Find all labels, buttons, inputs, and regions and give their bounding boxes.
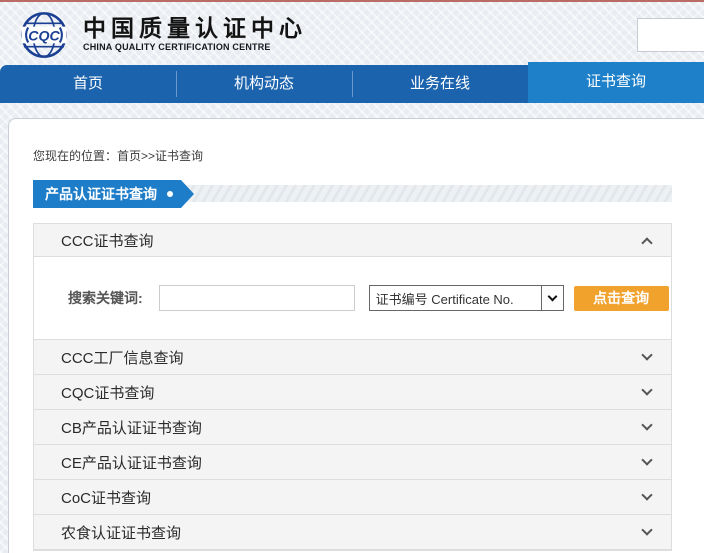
keyword-label: 搜索关键词: [68, 288, 143, 308]
section-label: CB产品认证证书查询 [61, 417, 643, 438]
section-coc-certificate[interactable]: CoC证书查询 [34, 480, 671, 515]
site-title: 中国质量认证中心 [83, 16, 307, 40]
cqc-globe-icon: CQC [19, 10, 69, 60]
section-cqc-certificate[interactable]: CQC证书查询 [34, 375, 671, 410]
chevron-down-icon [547, 292, 557, 302]
chevron-down-icon [641, 349, 652, 360]
banner-striped-track [159, 185, 672, 202]
header-search-box[interactable] [637, 18, 704, 52]
section-agrifood-certificate[interactable]: 农食认证证书查询 [34, 515, 671, 550]
section-cb-certificate[interactable]: CB产品认证证书查询 [34, 410, 671, 445]
content-panel: 您现在的位置：首页>>证书查询 产品认证证书查询 CCC证书查询 搜索关键词: … [8, 118, 704, 553]
section-ccc-certificate[interactable]: CCC证书查询 [34, 224, 671, 257]
section-label: CoC证书查询 [61, 487, 643, 508]
section-label: CE产品认证证书查询 [61, 452, 643, 473]
breadcrumb: 您现在的位置：首页>>证书查询 [33, 147, 203, 164]
section-ccc-factory-info[interactable]: CCC工厂信息查询 [34, 340, 671, 375]
main-nav: 首页 机构动态 业务在线 证书查询 [0, 65, 704, 103]
nav-item-news[interactable]: 机构动态 [176, 65, 352, 103]
select-arrow-box[interactable] [541, 286, 563, 310]
chevron-up-icon [641, 237, 652, 248]
chevron-down-icon [641, 454, 652, 465]
chevron-down-icon [641, 489, 652, 500]
chevron-down-icon [641, 384, 652, 395]
nav-item-home[interactable]: 首页 [0, 65, 176, 103]
page-title-label: 产品认证证书查询 [45, 184, 157, 204]
brand-block: 中国质量认证中心 CHINA QUALITY CERTIFICATION CEN… [83, 10, 307, 52]
logo-link[interactable]: CQC 中国质量认证中心 CHINA QUALITY CERTIFICATION… [19, 10, 307, 60]
top-accent-line [0, 0, 704, 2]
chevron-down-icon [641, 524, 652, 535]
banner-dot-icon [167, 191, 173, 197]
section-ce-certificate[interactable]: CE产品认证证书查询 [34, 445, 671, 480]
logo-text: CQC [28, 28, 60, 44]
keyword-input[interactable] [159, 285, 355, 311]
query-accordion: CCC证书查询 搜索关键词: 证书编号 Certificate No. 点击查询… [33, 223, 672, 551]
section-label: CCC工厂信息查询 [61, 347, 643, 368]
chevron-down-icon [641, 419, 652, 430]
page-title: 产品认证证书查询 [33, 180, 194, 208]
ccc-search-form: 搜索关键词: 证书编号 Certificate No. 点击查询 [34, 257, 671, 340]
banner-arrow-icon [181, 180, 194, 208]
nav-item-certificate-query[interactable]: 证书查询 [528, 62, 704, 103]
section-label: CQC证书查询 [61, 382, 643, 403]
section-label: CCC证书查询 [61, 230, 643, 251]
search-submit-button[interactable]: 点击查询 [574, 286, 669, 311]
certificate-type-select[interactable]: 证书编号 Certificate No. [369, 285, 564, 311]
select-value: 证书编号 Certificate No. [370, 289, 541, 308]
site-subtitle: CHINA QUALITY CERTIFICATION CENTRE [83, 42, 307, 52]
section-label: 农食认证证书查询 [61, 522, 643, 543]
nav-item-online-business[interactable]: 业务在线 [352, 65, 528, 103]
page: CQC 中国质量认证中心 CHINA QUALITY CERTIFICATION… [0, 0, 704, 553]
